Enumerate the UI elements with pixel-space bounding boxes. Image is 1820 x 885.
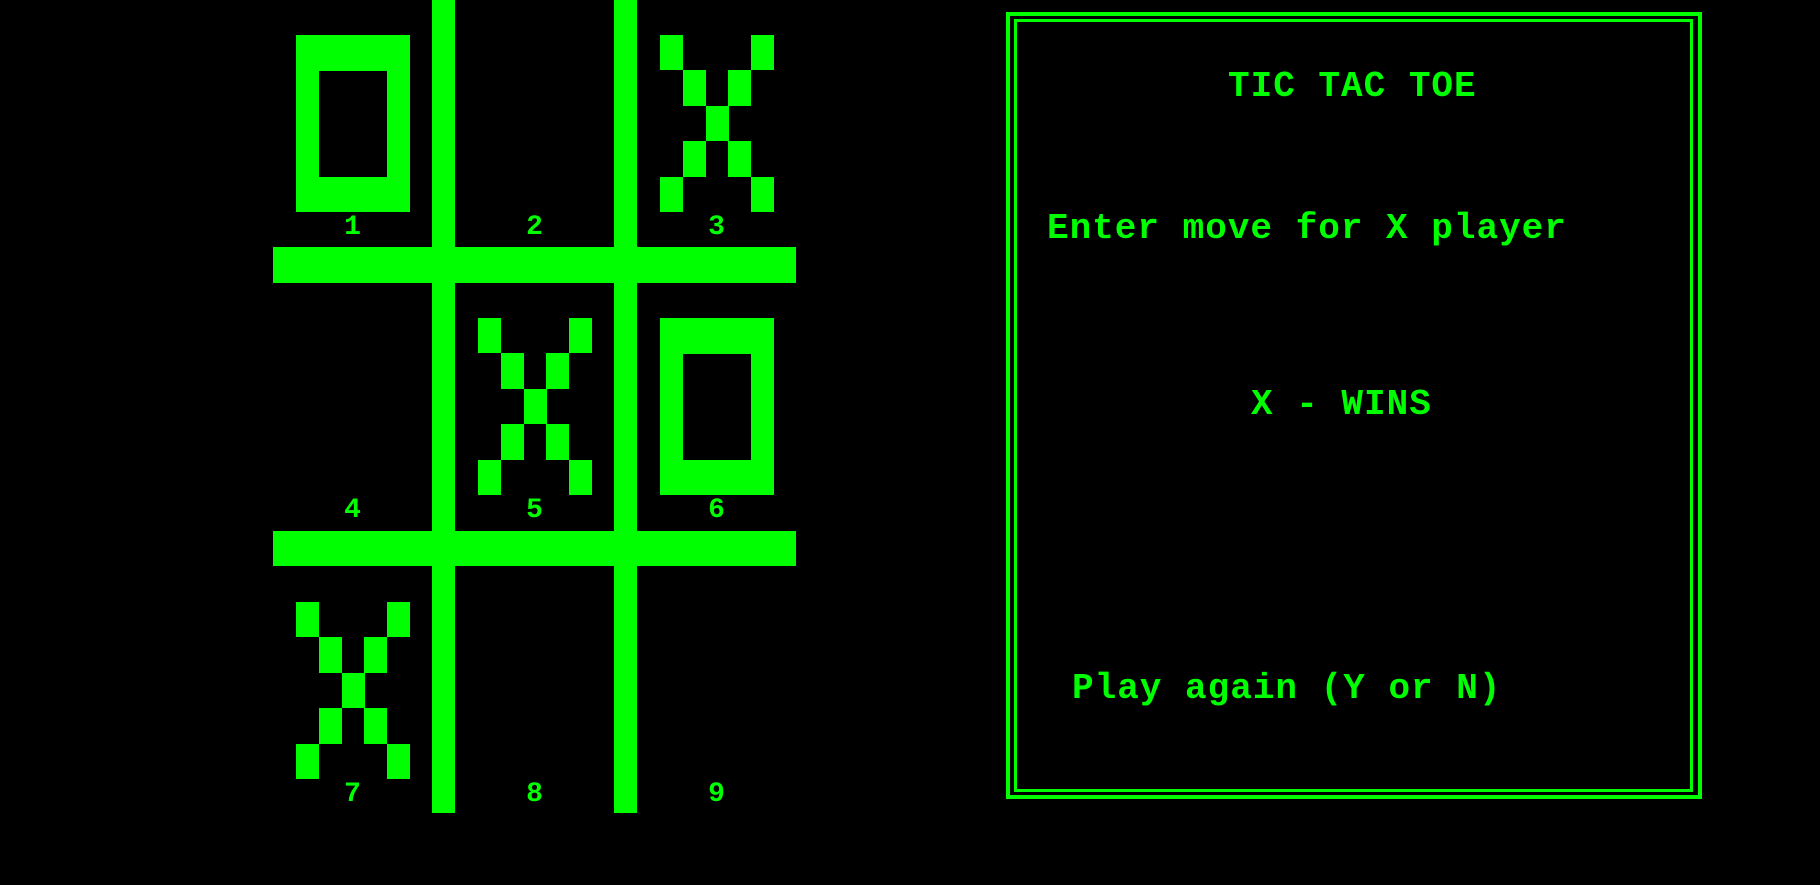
x-mark-pixel (660, 176, 683, 212)
x-mark-pixel (569, 318, 593, 354)
x-mark-icon (660, 35, 775, 212)
x-mark-pixel (500, 424, 524, 460)
x-mark-pixel (500, 353, 524, 389)
x-mark-pixel (569, 459, 593, 495)
grid-horizontal-line-bottom (273, 531, 796, 566)
play-again-prompt[interactable]: Play again (Y or N) (1072, 671, 1501, 707)
grid-vertical-line-left (432, 0, 455, 813)
x-mark-pixel (546, 424, 570, 460)
board-cell-6[interactable]: 6 (637, 283, 796, 530)
result-message: X - WINS (1251, 384, 1432, 425)
x-mark-pixel (478, 459, 501, 495)
x-mark-pixel (478, 318, 501, 354)
board-cell-5[interactable]: 5 (455, 283, 614, 530)
x-mark-icon (296, 602, 411, 779)
cell-number-label: 8 (526, 779, 543, 810)
cell-number-label: 9 (708, 779, 725, 810)
x-mark-pixel (728, 70, 752, 106)
x-mark-pixel (728, 141, 752, 177)
board-cell-1[interactable]: 1 (273, 0, 432, 247)
x-mark-pixel (546, 353, 570, 389)
x-mark-pixel (387, 743, 411, 779)
x-mark-pixel (660, 35, 683, 71)
cell-number-label: 7 (344, 779, 361, 810)
board-cell-4[interactable]: 4 (273, 283, 432, 530)
x-mark-pixel (364, 708, 388, 744)
o-mark-icon (660, 318, 774, 495)
x-mark-pixel (751, 176, 775, 212)
x-mark-icon (478, 318, 593, 495)
cell-number-label: 2 (526, 212, 543, 243)
o-mark-hole (319, 71, 387, 177)
board-cell-3[interactable]: 3 (637, 0, 796, 247)
x-mark-pixel (751, 35, 775, 71)
grid-horizontal-line-top (273, 247, 796, 283)
cell-number-label: 6 (708, 495, 725, 526)
o-mark-hole (683, 354, 751, 460)
o-mark-icon (296, 35, 410, 212)
x-mark-pixel (523, 388, 547, 425)
cell-number-label: 5 (526, 495, 543, 526)
x-mark-pixel (364, 637, 388, 673)
board-cell-2[interactable]: 2 (455, 0, 614, 247)
x-mark-pixel (318, 637, 342, 673)
x-mark-pixel (705, 105, 729, 142)
board-cell-8[interactable]: 8 (455, 566, 614, 813)
cell-number-label: 1 (344, 212, 361, 243)
x-mark-pixel (341, 672, 365, 709)
x-mark-pixel (318, 708, 342, 744)
grid-vertical-line-right (614, 0, 637, 813)
cell-number-label: 4 (344, 495, 361, 526)
x-mark-pixel (682, 70, 706, 106)
board-cell-9[interactable]: 9 (637, 566, 796, 813)
x-mark-pixel (296, 743, 319, 779)
x-mark-pixel (682, 141, 706, 177)
x-mark-pixel (387, 602, 411, 638)
x-mark-pixel (296, 602, 319, 638)
board-cell-7[interactable]: 7 (273, 566, 432, 813)
cell-number-label: 3 (708, 212, 725, 243)
move-prompt: Enter move for X player (1047, 208, 1567, 249)
game-title: TIC TAC TOE (1228, 66, 1477, 107)
